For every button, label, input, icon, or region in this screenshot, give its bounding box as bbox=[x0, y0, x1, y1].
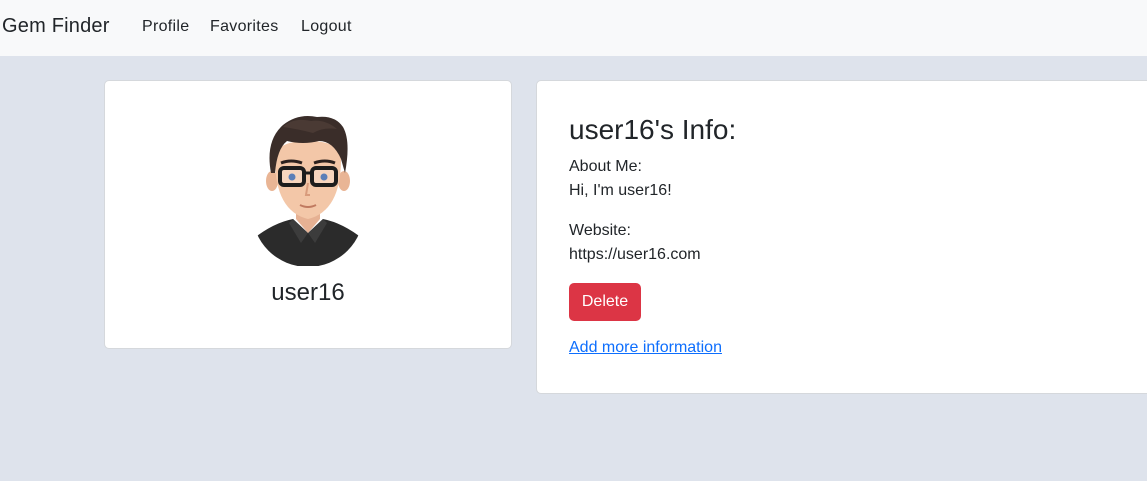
nav-link-logout[interactable]: Logout bbox=[301, 18, 352, 36]
profile-card: user16 bbox=[104, 80, 512, 349]
info-card: user16's Info: About Me: Hi, I'm user16!… bbox=[536, 80, 1147, 394]
nav-link-profile[interactable]: Profile bbox=[142, 18, 189, 36]
profile-username: user16 bbox=[271, 279, 345, 306]
website-value: https://user16.com bbox=[569, 246, 701, 263]
info-title: user16's Info: bbox=[569, 114, 737, 145]
website-label: Website: bbox=[569, 222, 631, 239]
about-me-label: About Me: bbox=[569, 158, 642, 175]
brand-link[interactable]: Gem Finder bbox=[2, 15, 110, 38]
about-me-value: Hi, I'm user16! bbox=[569, 182, 672, 199]
user-avatar-icon bbox=[253, 116, 363, 266]
delete-button[interactable]: Delete bbox=[569, 283, 641, 321]
nav-link-favorites[interactable]: Favorites bbox=[210, 18, 279, 36]
navbar: Gem Finder Profile Favorites Logout bbox=[0, 0, 1147, 56]
add-more-information-link[interactable]: Add more information bbox=[569, 339, 722, 357]
